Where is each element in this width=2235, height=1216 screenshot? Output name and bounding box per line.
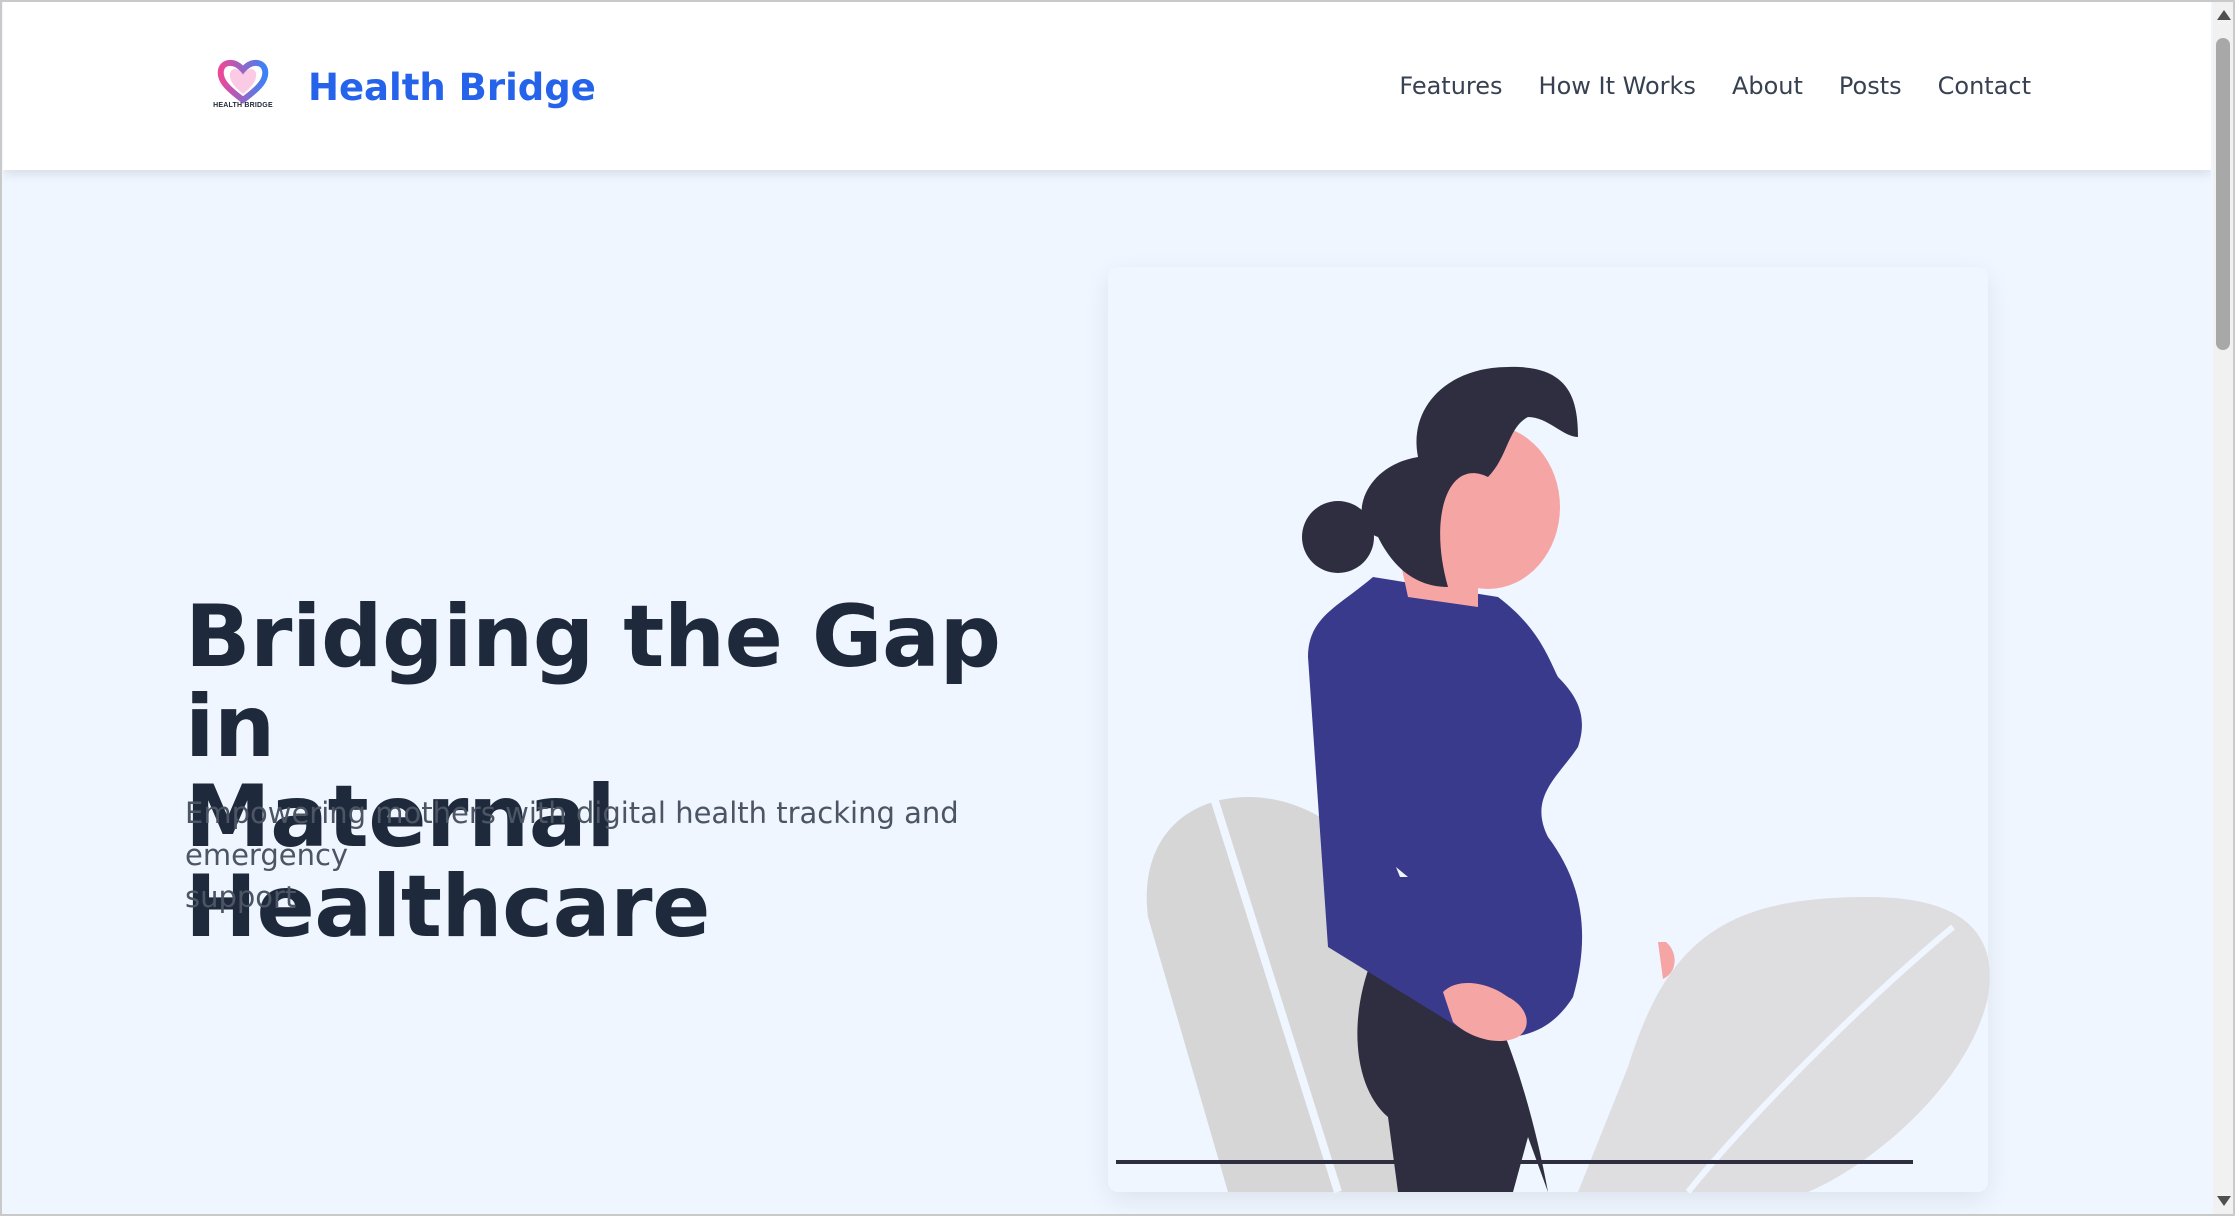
nav-links: Features How It Works About Posts Contac… [1399, 72, 2031, 100]
hero-subtitle: Empowering mothers with digital health t… [185, 792, 1065, 918]
hero-subtitle-line1: Empowering mothers with digital health t… [185, 796, 959, 872]
scroll-down-arrow-icon[interactable] [2217, 1196, 2231, 1206]
brand-name[interactable]: Health Bridge [308, 66, 596, 109]
browser-viewport: HEALTH BRIDGE Health Bridge Features How… [3, 2, 2211, 1214]
brand[interactable]: HEALTH BRIDGE Health Bridge [213, 52, 596, 122]
nav-link-about[interactable]: About [1732, 72, 1803, 100]
nav-link-posts[interactable]: Posts [1839, 72, 1902, 100]
nav-link-how-it-works[interactable]: How It Works [1539, 72, 1696, 100]
nav-link-contact[interactable]: Contact [1938, 72, 2031, 100]
heart-logo-icon: HEALTH BRIDGE [213, 56, 273, 118]
vertical-scrollbar[interactable] [2213, 2, 2233, 1214]
pregnant-woman-illustration-icon [1116, 366, 1990, 1194]
hero-illustration-card [1108, 267, 1990, 1194]
hero-subtitle-line2: support [185, 880, 297, 914]
nav-link-features[interactable]: Features [1399, 72, 1502, 100]
navbar: HEALTH BRIDGE Health Bridge Features How… [3, 2, 2211, 170]
logo-text: HEALTH BRIDGE [213, 102, 273, 109]
hero-title-line1: Bridging the Gap in [185, 587, 1001, 777]
scrollbar-thumb[interactable] [2216, 38, 2230, 350]
scroll-up-arrow-icon[interactable] [2217, 10, 2231, 20]
